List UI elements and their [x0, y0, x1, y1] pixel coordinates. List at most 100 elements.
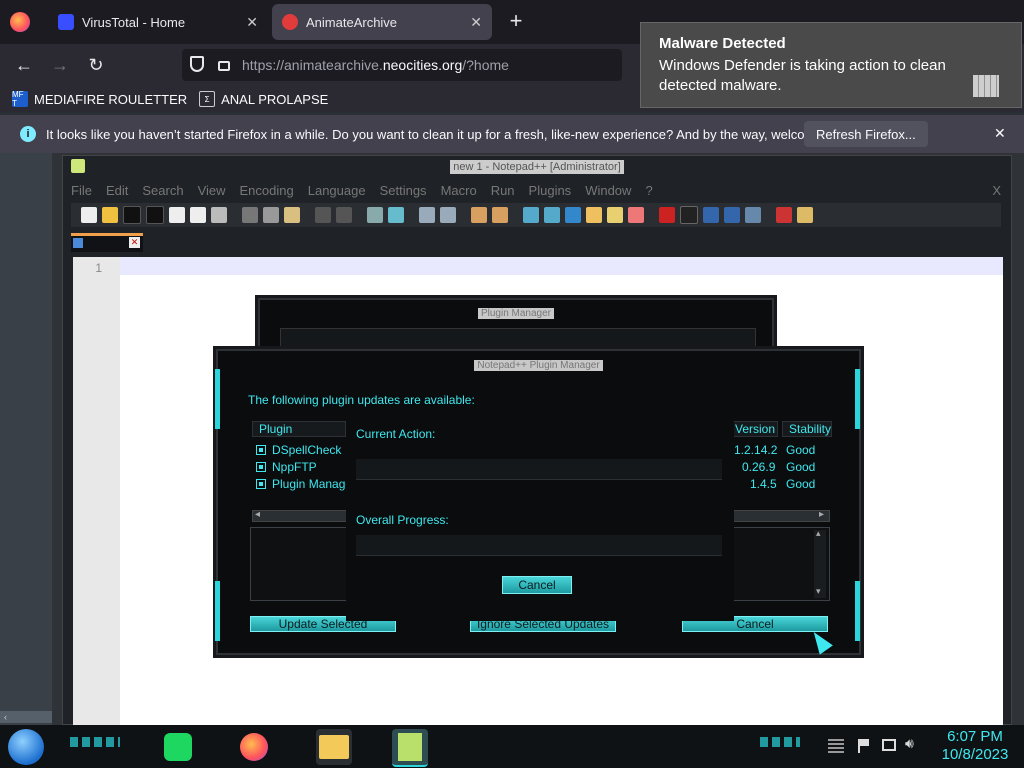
menu-settings[interactable]: Settings [380, 183, 427, 201]
run-macro-multiple-icon[interactable] [724, 207, 740, 223]
bookmark-prolapse[interactable]: Σ ANAL PROLAPSE [199, 91, 328, 107]
close-document-x[interactable]: X [992, 183, 1001, 201]
refresh-firefox-button[interactable]: Refresh Firefox... [804, 121, 928, 147]
animatearchive-icon [282, 14, 298, 30]
scroll-down-icon[interactable]: ▾ [816, 586, 821, 597]
file-explorer-icon[interactable] [316, 729, 352, 765]
column-header-version[interactable]: Version [732, 421, 778, 437]
volume-icon[interactable]: 🔊︎ [905, 735, 914, 752]
bookmark-mediafire[interactable]: MF T MEDIAFIRE ROULETTER [12, 90, 187, 108]
progress-cancel-button[interactable]: Cancel [502, 576, 572, 594]
close-tab-icon[interactable]: ✕ [129, 237, 140, 248]
tab-virustotal[interactable]: VirusTotal - Home ✕ [48, 4, 268, 40]
taskbar-clock[interactable]: 6:07 PM 10/8/2023 [930, 728, 1020, 764]
spell-check-icon[interactable] [776, 207, 792, 223]
description-scrollbar[interactable]: ▴ ▾ [814, 528, 826, 598]
virustotal-icon [58, 14, 74, 30]
open-file-icon[interactable] [102, 207, 118, 223]
tab-animatearchive[interactable]: AnimateArchive ✕ [272, 4, 492, 40]
sync-v-icon[interactable] [471, 207, 487, 223]
flag-icon[interactable] [858, 739, 872, 753]
record-macro-icon[interactable] [659, 207, 675, 223]
play-macro-icon[interactable] [703, 207, 719, 223]
doc-map-icon[interactable] [586, 207, 602, 223]
sigma-icon: Σ [199, 91, 216, 107]
spotify-icon[interactable] [160, 729, 196, 765]
plugin-checkbox[interactable] [256, 479, 266, 489]
notepad-toolbar [71, 203, 1001, 227]
wrap-icon[interactable] [523, 207, 539, 223]
menu-help[interactable]: ? [645, 183, 652, 201]
print-icon[interactable] [211, 207, 227, 223]
folder-workspace-icon[interactable] [628, 207, 644, 223]
cut-icon[interactable] [242, 207, 258, 223]
show-all-chars-icon[interactable] [544, 207, 560, 223]
scroll-left-icon[interactable]: ◂ [255, 509, 260, 520]
column-header-stability[interactable]: Stability [782, 421, 832, 437]
scroll-up-icon[interactable]: ▴ [816, 528, 821, 539]
menu-search[interactable]: Search [142, 183, 183, 201]
undo-icon[interactable] [315, 207, 331, 223]
plugin-checkbox[interactable] [256, 445, 266, 455]
plugin-admin-icon[interactable] [797, 207, 813, 223]
close-all-icon[interactable] [190, 207, 206, 223]
malware-toast-notification[interactable]: Malware Detected Windows Defender is tak… [640, 22, 1022, 108]
firefox-menu-icon[interactable] [10, 12, 30, 32]
column-header-plugin[interactable]: Plugin [252, 421, 346, 437]
plugin-version: 1.4.5 [750, 477, 777, 491]
menu-window[interactable]: Window [585, 183, 631, 201]
show-hidden-icons[interactable] [828, 739, 844, 753]
close-tab-icon[interactable]: ✕ [470, 14, 482, 31]
redo-icon[interactable] [336, 207, 352, 223]
clock-date: 10/8/2023 [941, 746, 1009, 763]
scroll-left-arrow[interactable]: ‹ [0, 711, 52, 723]
line-number: 1 [95, 261, 102, 275]
copy-icon[interactable] [263, 207, 279, 223]
notepad-taskbar-icon[interactable] [392, 729, 428, 767]
dialog-title: Notepad++ Plugin Manager [474, 360, 603, 371]
network-icon[interactable] [882, 739, 896, 751]
reload-button[interactable]: ↻ [80, 44, 112, 86]
find-icon[interactable] [367, 207, 383, 223]
back-button[interactable]: ← [8, 44, 40, 86]
stop-macro-icon[interactable] [680, 206, 698, 224]
lock-icon[interactable] [218, 61, 230, 71]
close-notice-icon[interactable]: ✕ [994, 125, 1006, 142]
forward-button[interactable]: → [44, 44, 76, 86]
scroll-right-icon[interactable]: ▸ [819, 509, 824, 520]
start-orb-icon[interactable] [8, 729, 44, 765]
menu-edit[interactable]: Edit [106, 183, 128, 201]
defender-shield-icon [973, 75, 999, 97]
close-tab-icon[interactable]: ✕ [246, 14, 258, 31]
firefox-logo [240, 733, 268, 761]
shield-icon[interactable] [190, 56, 204, 72]
save-macro-icon[interactable] [745, 207, 761, 223]
menu-view[interactable]: View [198, 183, 226, 201]
notepad-title: new 1 - Notepad++ [Administrator] [450, 160, 624, 174]
document-save-icon [73, 238, 83, 248]
new-file-icon[interactable] [81, 207, 97, 223]
replace-icon[interactable] [388, 207, 404, 223]
save-all-icon[interactable] [146, 206, 164, 224]
menu-language[interactable]: Language [308, 183, 366, 201]
intro-text: The following plugin updates are availab… [248, 393, 475, 407]
menu-encoding[interactable]: Encoding [240, 183, 294, 201]
new-tab-button[interactable]: + [504, 10, 528, 34]
save-icon[interactable] [123, 206, 141, 224]
menu-macro[interactable]: Macro [441, 183, 477, 201]
zoom-in-icon[interactable] [419, 207, 435, 223]
spotify-logo [164, 733, 192, 761]
url-bar[interactable]: https://animatearchive. neocities.org/?ho… [182, 49, 622, 81]
menu-run[interactable]: Run [491, 183, 515, 201]
menu-file[interactable]: File [71, 183, 92, 201]
indent-guide-icon[interactable] [565, 207, 581, 223]
close-icon[interactable] [169, 207, 185, 223]
menu-plugins[interactable]: Plugins [529, 183, 572, 201]
plugin-checkbox[interactable] [256, 462, 266, 472]
document-tab[interactable]: ✕ [71, 233, 143, 252]
paste-icon[interactable] [284, 207, 300, 223]
sync-h-icon[interactable] [492, 207, 508, 223]
firefox-taskbar-icon[interactable] [236, 729, 272, 765]
function-list-icon[interactable] [607, 207, 623, 223]
zoom-out-icon[interactable] [440, 207, 456, 223]
